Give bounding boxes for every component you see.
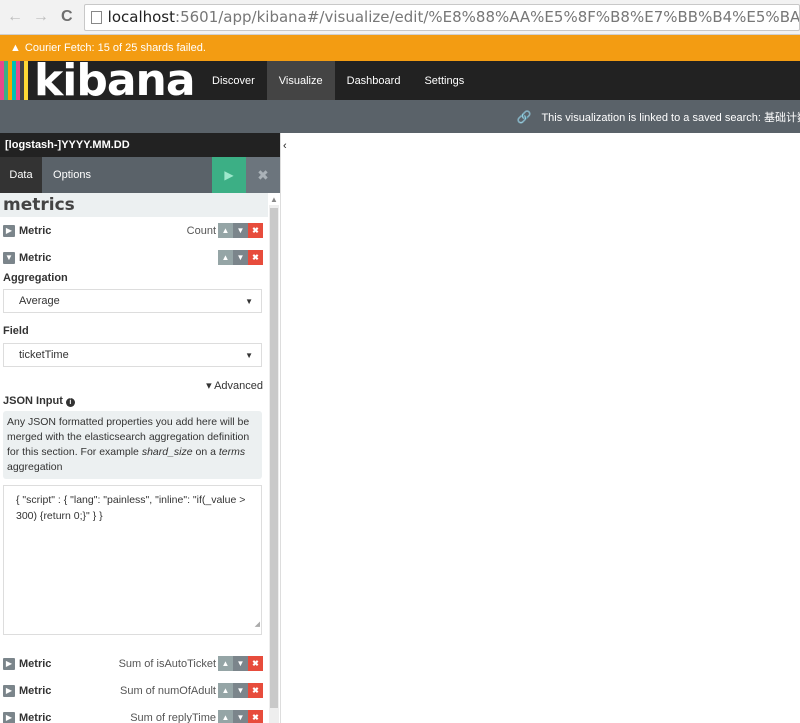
logo-text: kibana — [34, 61, 196, 100]
browser-toolbar: ← → C localhost:5601/app/kibana#/visuali… — [0, 0, 800, 35]
metric-summary: Sum of numOfAdult — [120, 684, 216, 697]
tab-data[interactable]: Data — [0, 157, 42, 193]
metric-controls: ▲ ▼ ✖ — [218, 710, 263, 723]
nav-discover[interactable]: Discover — [200, 61, 267, 100]
metric-controls: ▲ ▼ ✖ — [218, 223, 263, 238]
warning-icon: ▲ — [10, 42, 21, 54]
kibana-logo[interactable]: kibana — [0, 61, 200, 100]
warning-banner: ▲ Courier Fetch: 15 of 25 shards failed. — [0, 35, 800, 61]
sidebar-scrollbar[interactable] — [269, 205, 279, 723]
help-text-part: aggregation — [7, 461, 63, 473]
scroll-thumb[interactable] — [270, 208, 278, 708]
metric-controls: ▲ ▼ ✖ — [218, 656, 263, 671]
json-input-value: { "script" : { "lang": "painless", "inli… — [16, 494, 246, 522]
remove-icon[interactable]: ✖ — [248, 683, 263, 698]
expand-icon[interactable]: ▶ — [3, 657, 15, 670]
field-label: Field — [3, 325, 29, 337]
page-icon — [90, 10, 102, 24]
info-icon[interactable]: i — [65, 398, 75, 407]
nav-visualize[interactable]: Visualize — [266, 61, 335, 100]
field-value: ticketTime — [19, 349, 69, 361]
json-input-label: JSON Input i — [0, 394, 268, 407]
remove-icon[interactable]: ✖ — [248, 250, 263, 265]
url-host: localhost — [107, 8, 176, 26]
metric-summary: Sum of isAutoTicket — [118, 657, 216, 670]
forward-icon[interactable]: → — [30, 6, 52, 28]
metric-label: Metric — [19, 657, 52, 670]
remove-icon[interactable]: ✖ — [248, 710, 263, 723]
nav-dashboard[interactable]: Dashboard — [335, 61, 413, 100]
metric-label: Metric — [19, 684, 52, 697]
move-down-icon[interactable]: ▼ — [233, 250, 248, 265]
discard-changes-button[interactable]: ✖ — [246, 157, 280, 193]
resize-grip-icon[interactable]: ◢ — [255, 617, 260, 633]
aggregation-value: Average — [19, 295, 60, 307]
expand-icon[interactable]: ▶ — [3, 684, 15, 697]
vis-editor-sidebar: [logstash-]YYYY.MM.DD Data Options ▶ ✖ ▲… — [0, 133, 281, 723]
apply-changes-button[interactable]: ▶ — [212, 157, 246, 193]
expand-icon[interactable]: ▶ — [3, 711, 15, 723]
reload-icon[interactable]: C — [56, 6, 78, 28]
metric-label: Metric — [19, 251, 52, 264]
metric-summary: Count — [186, 224, 216, 237]
metric-row[interactable]: ▶ Metric Sum of isAutoTicket ▲ ▼ ✖ — [0, 650, 268, 677]
move-up-icon[interactable]: ▲ — [218, 710, 233, 723]
move-up-icon[interactable]: ▲ — [218, 683, 233, 698]
linked-search-text: This visualization is linked to a saved … — [541, 111, 800, 124]
json-input-label-text: JSON Input — [3, 394, 63, 407]
json-input-textarea[interactable]: { "script" : { "lang": "painless", "inli… — [3, 485, 262, 635]
collapse-icon[interactable]: ▼ — [3, 251, 15, 264]
link-icon[interactable]: 🔗 — [516, 110, 531, 124]
move-up-icon[interactable]: ▲ — [218, 656, 233, 671]
advanced-toggle[interactable]: ▾ Advanced — [0, 379, 268, 392]
index-pattern-title: [logstash-]YYYY.MM.DD — [0, 133, 280, 157]
collapse-sidebar-icon[interactable]: ‹ — [283, 140, 287, 152]
remove-icon[interactable]: ✖ — [248, 656, 263, 671]
metric-row[interactable]: ▶ Metric Sum of replyTime ▲ ▼ ✖ — [0, 704, 268, 723]
logo-color-bar — [24, 61, 28, 100]
move-up-icon[interactable]: ▲ — [218, 250, 233, 265]
move-down-icon[interactable]: ▼ — [233, 223, 248, 238]
sidebar-tab-row: Data Options ▶ ✖ — [0, 157, 280, 193]
scroll-up-icon[interactable]: ▲ — [270, 195, 278, 204]
move-up-icon[interactable]: ▲ — [218, 223, 233, 238]
field-select[interactable]: ticketTime ▼ — [3, 343, 262, 367]
move-down-icon[interactable]: ▼ — [233, 683, 248, 698]
tab-spacer — [102, 157, 212, 193]
metric-label: Metric — [19, 224, 52, 237]
sidebar-content: metrics ▶ Metric Count ▲ ▼ ✖ ▼ Metric ▲ … — [0, 193, 268, 723]
logo-color-bars — [0, 61, 28, 100]
json-help-text: Any JSON formatted properties you add he… — [3, 411, 262, 479]
kibana-navbar: kibana Discover Visualize Dashboard Sett… — [0, 61, 800, 100]
help-em: shard_size — [141, 446, 193, 458]
nav-settings[interactable]: Settings — [412, 61, 476, 100]
chevron-down-icon: ▼ — [245, 296, 253, 306]
chevron-down-icon: ▼ — [245, 350, 253, 360]
metric-row[interactable]: ▶ Metric Count ▲ ▼ ✖ — [0, 217, 268, 244]
expand-icon[interactable]: ▶ — [3, 224, 15, 237]
aggregation-label: Aggregation — [3, 272, 68, 284]
metric-label: Metric — [19, 711, 52, 723]
aggregation-select[interactable]: Average ▼ — [3, 289, 262, 313]
help-text-part: on a — [192, 446, 219, 458]
metric-summary: Sum of replyTime — [130, 711, 216, 723]
linked-search-bar: 🔗 This visualization is linked to a save… — [0, 100, 800, 133]
help-em: terms — [218, 446, 246, 458]
warning-text: Courier Fetch: 15 of 25 shards failed. — [24, 42, 206, 54]
back-icon[interactable]: ← — [4, 6, 26, 28]
address-bar[interactable]: localhost:5601/app/kibana#/visualize/edi… — [83, 3, 800, 31]
tab-options[interactable]: Options — [42, 157, 102, 193]
move-down-icon[interactable]: ▼ — [233, 656, 248, 671]
metric-controls: ▲ ▼ ✖ — [218, 250, 263, 265]
url-path: :5601/app/kibana#/visualize/edit/%E8%88%… — [175, 8, 800, 26]
remove-icon[interactable]: ✖ — [248, 223, 263, 238]
metric-row-expanded[interactable]: ▼ Metric ▲ ▼ ✖ — [0, 244, 268, 271]
move-down-icon[interactable]: ▼ — [233, 710, 248, 723]
metrics-section-title: metrics — [0, 193, 268, 217]
metric-controls: ▲ ▼ ✖ — [218, 683, 263, 698]
metric-row[interactable]: ▶ Metric Sum of numOfAdult ▲ ▼ ✖ — [0, 677, 268, 704]
